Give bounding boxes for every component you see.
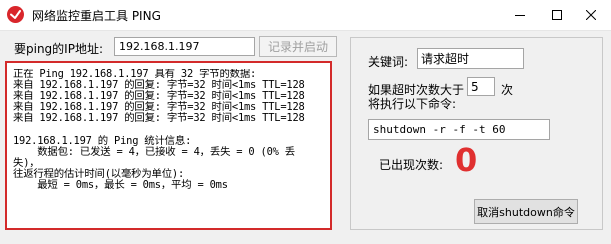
cancel-shutdown-button[interactable]: 取消shutdown命令	[474, 199, 578, 224]
close-icon[interactable]	[571, 0, 611, 30]
keyword-input[interactable]	[417, 48, 524, 69]
record-and-start-button[interactable]: 记录并启动	[259, 36, 337, 57]
title-bar: 网络监控重启工具 PING	[0, 0, 611, 31]
command-input[interactable]	[368, 119, 550, 140]
timeout-unit-label: 次	[501, 83, 514, 97]
window-title: 网络监控重启工具 PING	[32, 9, 161, 23]
ip-address-input[interactable]	[114, 37, 255, 56]
app-icon	[7, 6, 24, 23]
ip-address-label: 要ping的IP地址:	[14, 42, 103, 56]
occurrence-count-label: 已出现次数:	[379, 158, 444, 172]
execute-command-label: 将执行以下命令:	[368, 97, 457, 111]
ping-log-panel: 正在 Ping 192.168.1.197 具有 32 字节的数据: 来自 19…	[5, 61, 332, 230]
ping-log-text[interactable]: 正在 Ping 192.168.1.197 具有 32 字节的数据: 来自 19…	[13, 69, 326, 224]
occurrence-count-value: 0	[455, 141, 478, 179]
timeout-threshold-input[interactable]	[467, 77, 495, 96]
minimize-icon[interactable]	[500, 0, 540, 30]
keyword-label: 关键词:	[368, 55, 409, 69]
